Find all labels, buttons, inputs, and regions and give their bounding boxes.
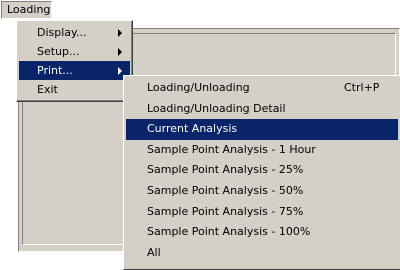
submenu-item-loading-unloading-detail[interactable]: Loading/Unloading Detail <box>126 99 398 120</box>
menu-item-setup[interactable]: Setup... <box>19 42 130 61</box>
loading-menu: Display... Setup... Print... Exit <box>16 20 133 102</box>
submenu-item-sample-50[interactable]: Sample Point Analysis - 50% <box>126 181 398 202</box>
submenu-item-sample-1-hour[interactable]: Sample Point Analysis - 1 Hour <box>126 140 398 161</box>
menu-item-label: Display... <box>37 26 87 39</box>
submenu-item-current-analysis[interactable]: Current Analysis <box>126 119 398 140</box>
menu-item-exit[interactable]: Exit <box>19 80 130 99</box>
submenu-item-label: Sample Point Analysis - 25% <box>147 163 304 177</box>
chevron-right-icon <box>118 48 122 56</box>
submenu-item-label: Loading/Unloading Detail <box>147 101 286 115</box>
submenu-item-all[interactable]: All <box>126 243 398 264</box>
submenu-item-sample-25[interactable]: Sample Point Analysis - 25% <box>126 160 398 181</box>
menu-item-label: Print... <box>37 64 73 77</box>
submenu-item-label: All <box>147 245 161 259</box>
menu-bar: Loading <box>0 0 400 20</box>
shortcut-label: Ctrl+P <box>344 81 380 94</box>
menu-loading[interactable]: Loading <box>1 1 52 19</box>
print-submenu: Loading/Unloading Ctrl+P Loading/Unloadi… <box>123 75 400 270</box>
submenu-item-label: Sample Point Analysis - 50% <box>147 183 304 197</box>
submenu-item-label: Current Analysis <box>147 122 238 136</box>
submenu-item-label: Sample Point Analysis - 75% <box>147 204 304 218</box>
submenu-item-loading-unloading[interactable]: Loading/Unloading Ctrl+P <box>126 78 398 99</box>
menu-item-label: Setup... <box>37 45 80 58</box>
submenu-item-label: Sample Point Analysis - 100% <box>147 225 311 239</box>
menu-item-print[interactable]: Print... <box>19 61 130 80</box>
submenu-item-sample-100[interactable]: Sample Point Analysis - 100% <box>126 222 398 243</box>
submenu-item-label: Sample Point Analysis - 1 Hour <box>147 142 316 156</box>
submenu-item-sample-75[interactable]: Sample Point Analysis - 75% <box>126 202 398 223</box>
menu-item-display[interactable]: Display... <box>19 23 130 42</box>
submenu-item-label: Loading/Unloading <box>147 81 250 94</box>
menu-item-label: Exit <box>37 83 58 96</box>
chevron-right-icon <box>118 29 122 37</box>
chevron-right-icon <box>118 67 122 75</box>
